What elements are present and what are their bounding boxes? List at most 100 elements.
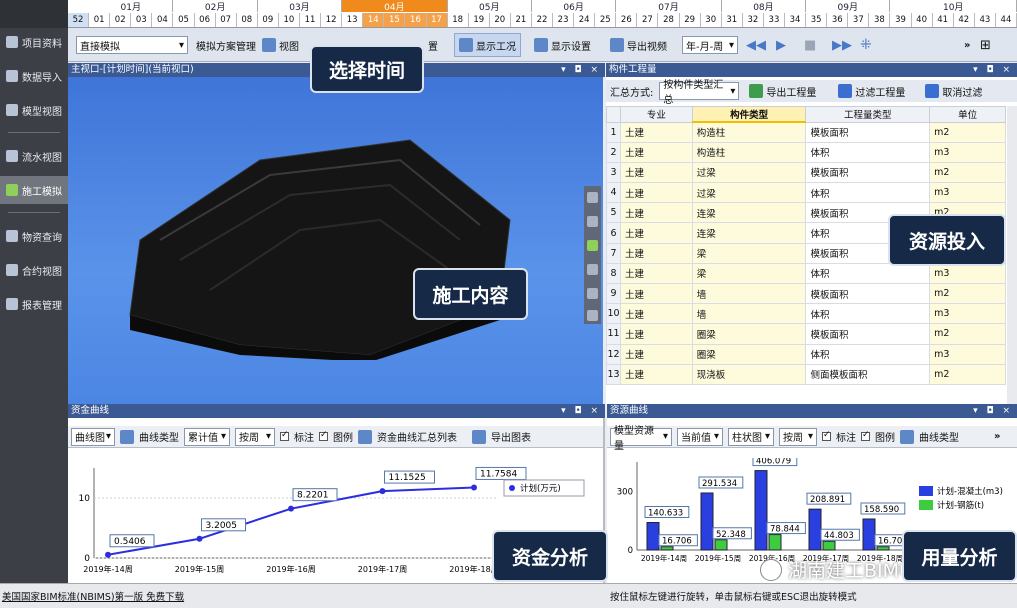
timeline-week[interactable]: 03 bbox=[131, 13, 153, 27]
legend-checkbox[interactable] bbox=[861, 430, 870, 441]
table-row[interactable]: 12 土建 圈梁 体积 m3 bbox=[606, 343, 1006, 365]
table-row[interactable]: 2 土建 构造柱 体积 m3 bbox=[606, 141, 1006, 163]
table-scrollbar[interactable] bbox=[1007, 106, 1017, 404]
timeline-week[interactable]: 26 bbox=[616, 13, 638, 27]
table-row[interactable]: 10 土建墙体积 m3 bbox=[606, 303, 1006, 325]
timeline-week[interactable]: 16 bbox=[405, 13, 427, 27]
timeline-week[interactable]: 31 bbox=[722, 13, 743, 27]
sidebar-item-contract[interactable]: 合约视图 bbox=[0, 256, 68, 284]
timeline-month[interactable]: 01月 bbox=[89, 0, 174, 13]
table-row[interactable]: 8 土建梁体积 m3 bbox=[606, 262, 1006, 285]
monitor-icon[interactable] bbox=[900, 429, 914, 444]
timeline-week[interactable]: 34 bbox=[785, 13, 807, 27]
export-quantity-button[interactable]: 导出工程量 bbox=[749, 84, 816, 99]
show-settings-button[interactable]: 显示设置 bbox=[534, 35, 591, 55]
timeline-week[interactable]: 02 bbox=[110, 13, 132, 27]
timeline-week[interactable]: 43 bbox=[975, 13, 996, 27]
scheme-manage-button[interactable]: 模拟方案管理 bbox=[196, 35, 256, 55]
timeline-week[interactable]: 21 bbox=[511, 13, 532, 27]
sidebar-item-reports[interactable]: 报表管理 bbox=[0, 290, 68, 318]
date-format-select[interactable]: 年-月-周 ▾ bbox=[682, 35, 738, 55]
panel-controls[interactable]: ▾ ◘ × bbox=[561, 404, 601, 418]
timeline-month[interactable]: 08月 bbox=[722, 0, 807, 13]
column-header[interactable]: 单位 bbox=[929, 106, 1006, 123]
timeline-week[interactable]: 10 bbox=[279, 13, 300, 27]
timeline-week[interactable]: 35 bbox=[806, 13, 828, 27]
mode-select[interactable]: 直接模拟 ▾ bbox=[76, 35, 188, 55]
curve-type-label[interactable]: 曲线类型 bbox=[919, 429, 959, 444]
monitor-icon[interactable] bbox=[120, 429, 134, 444]
column-header[interactable]: 构件类型 bbox=[691, 106, 807, 123]
timeline-week[interactable]: 19 bbox=[469, 13, 490, 27]
timeline-week[interactable]: 22 bbox=[532, 13, 554, 27]
panel-controls[interactable]: ▾ ◘ × bbox=[973, 404, 1013, 418]
timeline-week[interactable]: 20 bbox=[490, 13, 511, 27]
export-video-button[interactable]: 导出视频 bbox=[610, 35, 667, 55]
timeline-month[interactable]: 09月 bbox=[806, 0, 891, 13]
timeline-week[interactable]: 39 bbox=[890, 13, 912, 27]
timeline-week[interactable]: 18 bbox=[448, 13, 469, 27]
timeline-month[interactable]: 03月 bbox=[258, 0, 343, 13]
timeline-week[interactable]: 52 bbox=[68, 13, 90, 27]
timeline-week[interactable]: 23 bbox=[553, 13, 575, 27]
zoom-in-icon[interactable] bbox=[587, 264, 598, 275]
timeline-week[interactable]: 07 bbox=[216, 13, 237, 27]
table-row[interactable]: 3 土建 过梁 模板面积 m2 bbox=[606, 161, 1006, 184]
legend-checkbox[interactable] bbox=[319, 430, 328, 441]
timeline-week[interactable]: 37 bbox=[848, 13, 870, 27]
pointer-icon[interactable] bbox=[587, 192, 598, 203]
zoom-out-icon[interactable] bbox=[587, 288, 598, 299]
building-model[interactable] bbox=[120, 130, 520, 360]
zoom-fit-icon[interactable] bbox=[587, 310, 598, 321]
timeline-month[interactable]: 02月 bbox=[173, 0, 258, 13]
fund-chart-select[interactable]: 曲线图 ▾ bbox=[71, 427, 115, 446]
summary-select[interactable]: 按构件类型汇总 ▾ bbox=[659, 80, 740, 106]
sidebar-item-model-view[interactable]: 模型视图 bbox=[0, 96, 68, 124]
rotate-icon[interactable] bbox=[587, 240, 598, 251]
timeline-week[interactable]: 30 bbox=[701, 13, 722, 27]
table-row[interactable]: 13 土建 现浇板 侧面模板面积 m2 bbox=[606, 363, 1006, 385]
settings-button[interactable]: 置 bbox=[428, 35, 438, 55]
export-chart-icon[interactable] bbox=[472, 429, 486, 444]
timeline-week[interactable]: 27 bbox=[637, 13, 659, 27]
more-button[interactable]: » bbox=[994, 431, 1000, 442]
timeline-week[interactable]: 32 bbox=[743, 13, 764, 27]
timeline-month[interactable]: 07月 bbox=[616, 0, 722, 13]
timeline[interactable]: 01月 02月 03月 04月 05月 06月 07月 08月 09月 10月 52 01 02 03 04… bbox=[68, 0, 1017, 28]
timeline-month[interactable]: 10月 bbox=[890, 0, 1017, 13]
fund-period-select[interactable]: 按周 ▾ bbox=[235, 427, 275, 446]
sidebar-item-materials[interactable]: 物资查询 bbox=[0, 222, 68, 250]
sidebar-item-flow-view[interactable]: 流水视图 bbox=[0, 142, 68, 170]
stop-button[interactable]: ■ bbox=[804, 35, 816, 55]
timeline-month[interactable]: 06月 bbox=[532, 0, 617, 13]
table-row[interactable]: 1 土建 构造柱 模板面积 m2 bbox=[606, 121, 1006, 143]
toolbar-more-button[interactable]: » bbox=[964, 35, 970, 55]
timeline-week[interactable]: 05 bbox=[173, 13, 195, 27]
resource-bar-select[interactable]: 柱状图 ▾ bbox=[728, 427, 774, 446]
timeline-week[interactable]: 41 bbox=[933, 13, 954, 27]
cancel-filter-button[interactable]: 取消过滤 bbox=[925, 84, 982, 99]
filter-quantity-button[interactable]: 过滤工程量 bbox=[838, 84, 905, 99]
timeline-week[interactable]: 08 bbox=[237, 13, 258, 27]
table-row[interactable]: 9 土建墙模板面积 m2 bbox=[606, 282, 1006, 305]
sidebar-item-construction-sim[interactable]: 施工模拟 bbox=[0, 176, 68, 204]
sidebar-item-project-data[interactable]: 项目资料 bbox=[0, 28, 68, 56]
panel-controls[interactable]: ▾ ◘ × bbox=[973, 63, 1013, 77]
timeline-week[interactable]: 14 bbox=[363, 13, 385, 27]
sidebar-item-data-import[interactable]: 数据导入 bbox=[0, 62, 68, 90]
fund-accumulate-select[interactable]: 累计值 ▾ bbox=[184, 427, 230, 446]
resource-current-select[interactable]: 当前值 ▾ bbox=[677, 427, 723, 446]
timeline-week[interactable]: 12 bbox=[321, 13, 343, 27]
timeline-week[interactable]: 40 bbox=[912, 13, 933, 27]
table-row[interactable]: 11 土建 圈梁 模板面积 m2 bbox=[606, 323, 1006, 345]
timeline-week[interactable]: 44 bbox=[996, 13, 1017, 27]
timeline-week[interactable]: 29 bbox=[680, 13, 701, 27]
status-left-link[interactable]: 美国国家BIM标准(NBIMS)第一版 免费下载 bbox=[2, 589, 184, 603]
timeline-week[interactable]: 24 bbox=[574, 13, 596, 27]
list-icon[interactable] bbox=[358, 429, 372, 444]
hand-icon[interactable] bbox=[587, 216, 598, 227]
timeline-week[interactable]: 36 bbox=[827, 13, 849, 27]
timeline-month[interactable]: 05月 bbox=[448, 0, 532, 13]
timeline-week[interactable]: 42 bbox=[954, 13, 975, 27]
column-header[interactable]: 专业 bbox=[619, 106, 693, 123]
